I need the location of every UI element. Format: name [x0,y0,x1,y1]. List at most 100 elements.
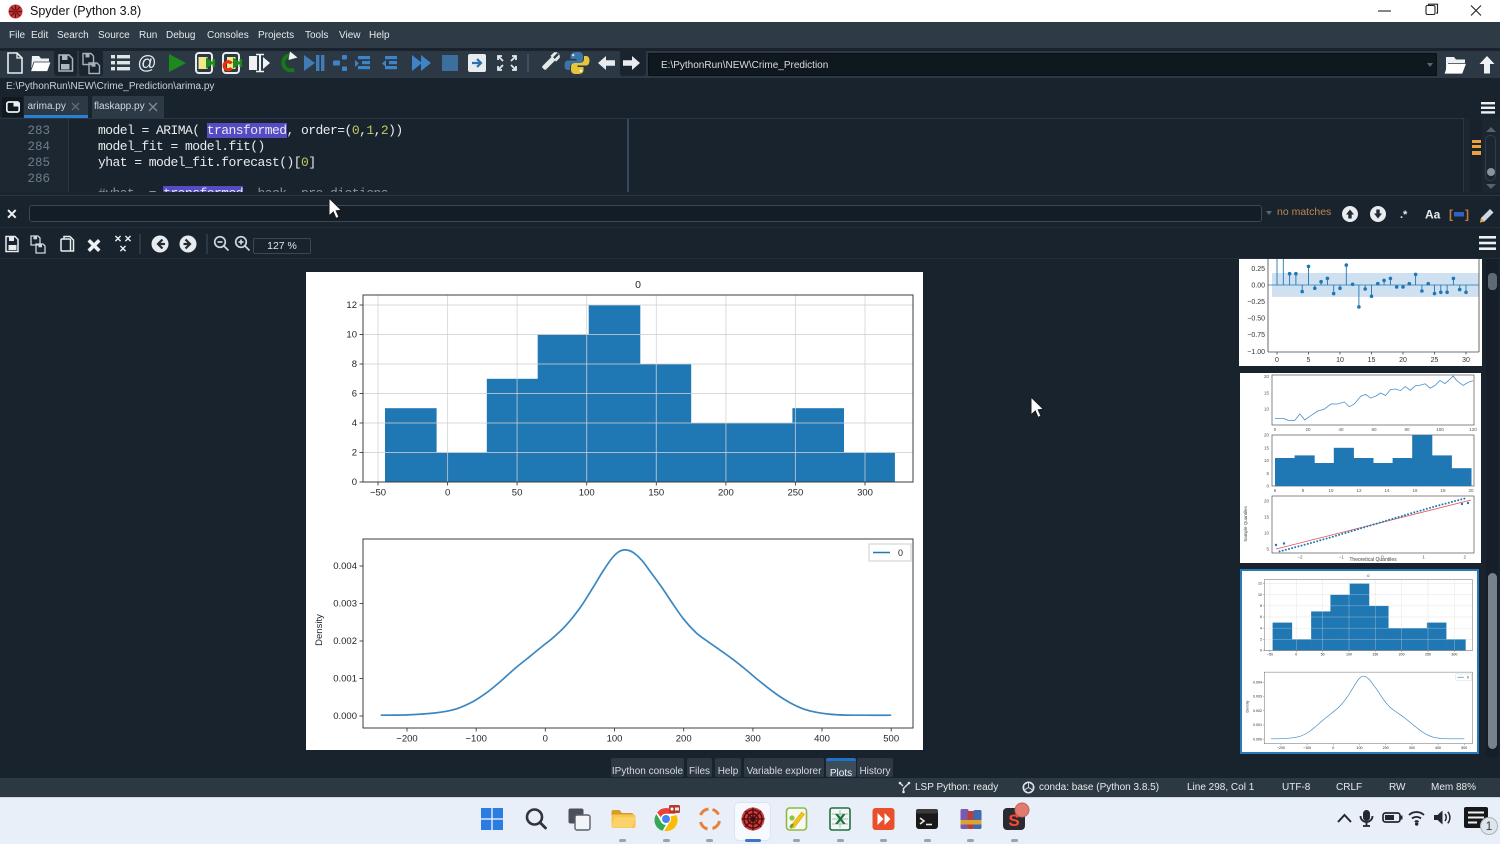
svg-text:−0.50: −0.50 [1247,316,1265,323]
svg-text:−50: −50 [370,488,386,499]
svg-text:0: 0 [635,279,641,291]
svg-text:−100: −100 [465,734,486,745]
svg-text:20: 20 [1264,499,1270,504]
svg-text:]: ] [1465,208,1469,222]
svg-text:200: 200 [1383,746,1389,750]
svg-text:2: 2 [352,448,357,459]
svg-text:0: 0 [1467,676,1469,680]
svg-text:0.25: 0.25 [1251,266,1265,273]
svg-text:4: 4 [1260,626,1262,630]
svg-text:−0.75: −0.75 [1247,332,1265,339]
svg-text:0.004: 0.004 [333,561,357,572]
svg-text:4: 4 [352,418,357,429]
svg-text:50: 50 [1321,653,1325,657]
svg-text:100: 100 [607,734,623,745]
svg-text:300: 300 [1451,653,1457,657]
svg-text:400: 400 [1435,746,1441,750]
svg-text:250: 250 [1425,653,1431,657]
svg-text:10: 10 [1264,531,1270,536]
svg-text:5: 5 [1307,357,1311,364]
svg-text:100: 100 [579,488,595,499]
svg-text:150: 150 [648,488,664,499]
svg-text:0.003: 0.003 [1253,695,1262,699]
svg-text:250: 250 [787,488,803,499]
svg-text:−1.00: −1.00 [1247,349,1265,356]
svg-text:15: 15 [1264,445,1270,450]
svg-text:0: 0 [1295,653,1297,657]
svg-text:50: 50 [512,488,523,499]
svg-text:Theoretical Quantiles: Theoretical Quantiles [1349,557,1397,563]
svg-text:10: 10 [346,330,357,341]
svg-text:100: 100 [1357,746,1363,750]
svg-text:300: 300 [857,488,873,499]
svg-text:0.003: 0.003 [333,599,357,610]
svg-text:15: 15 [1368,357,1376,364]
svg-text:10: 10 [1264,407,1270,412]
svg-text:−200: −200 [396,734,417,745]
svg-text:0.000: 0.000 [1253,737,1262,741]
svg-text:0.000: 0.000 [333,711,357,722]
svg-text:20: 20 [1305,427,1311,432]
svg-text:200: 200 [1399,653,1405,657]
svg-text:−100: −100 [1303,746,1311,750]
svg-text:0.00: 0.00 [1251,282,1265,289]
svg-text:15: 15 [1264,390,1270,395]
svg-text:20: 20 [1264,374,1270,379]
svg-text:0: 0 [1332,746,1334,750]
svg-text:.*: .* [1400,209,1408,221]
svg-text:−200: −200 [1277,746,1285,750]
svg-text:0.002: 0.002 [1253,709,1262,713]
svg-text:25: 25 [1431,357,1439,364]
svg-text:16: 16 [1412,488,1418,493]
svg-text:−1: −1 [1339,555,1345,560]
svg-text:12: 12 [1356,488,1362,493]
svg-text:100: 100 [1436,427,1444,432]
svg-text:30: 30 [1462,357,1470,364]
svg-text:0.002: 0.002 [333,636,357,647]
svg-text:6: 6 [352,389,357,400]
svg-text:−0.25: −0.25 [1247,299,1265,306]
svg-text:14: 14 [1384,488,1390,493]
svg-text:12: 12 [1258,582,1262,586]
svg-text:−50: −50 [1267,653,1273,657]
svg-text:12: 12 [346,300,357,311]
svg-text:150: 150 [1372,653,1378,657]
svg-text:80: 80 [1404,427,1410,432]
svg-text:120: 120 [1469,427,1477,432]
svg-text:1: 1 [1486,821,1492,833]
svg-text:0.001: 0.001 [333,674,357,685]
svg-text:500: 500 [1461,746,1467,750]
svg-text:0: 0 [1275,357,1279,364]
svg-text:10: 10 [1328,488,1334,493]
svg-text:18: 18 [1440,488,1446,493]
svg-text:8: 8 [1260,604,1262,608]
svg-text:100: 100 [1346,653,1352,657]
svg-text:0.004: 0.004 [1253,681,1262,685]
svg-text:300: 300 [745,734,761,745]
svg-text:[: [ [1449,208,1453,222]
svg-text:8: 8 [352,359,357,370]
svg-text:0: 0 [543,734,548,745]
svg-text:200: 200 [676,734,692,745]
svg-text:300: 300 [1409,746,1415,750]
svg-text:✕: ✕ [119,244,127,255]
svg-text:Density: Density [314,614,325,646]
svg-text:400: 400 [814,734,830,745]
svg-text:20: 20 [1399,357,1407,364]
svg-text:@: @ [137,53,156,74]
svg-text:40: 40 [1338,427,1344,432]
svg-text:0: 0 [352,477,357,488]
svg-text:15: 15 [1264,515,1270,520]
svg-text:0.001: 0.001 [1253,723,1262,727]
svg-text:Density: Density [1246,700,1250,712]
svg-text:200: 200 [718,488,734,499]
svg-text:20: 20 [1468,488,1474,493]
svg-text:−2: −2 [1297,555,1303,560]
svg-text:Aa: Aa [1425,208,1441,222]
svg-text:2: 2 [1260,638,1262,642]
svg-text:0: 0 [898,548,903,558]
svg-text:20: 20 [1264,433,1270,438]
svg-text:Sample Quantiles: Sample Quantiles [1243,505,1248,541]
svg-text:500: 500 [883,734,899,745]
svg-text:10: 10 [1264,458,1270,463]
